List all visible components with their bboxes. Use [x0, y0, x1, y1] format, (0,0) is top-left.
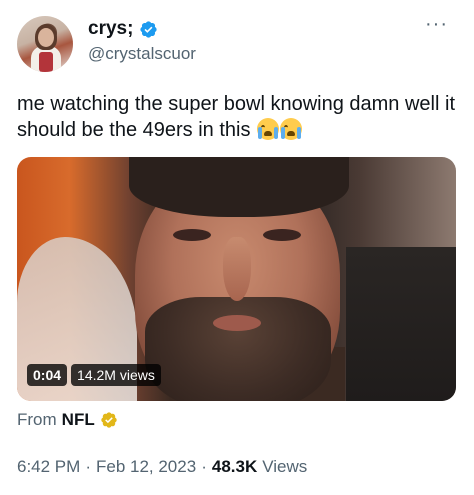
display-name[interactable]: crys;	[88, 18, 133, 40]
video-hair	[129, 157, 349, 217]
tweet-time[interactable]: 6:42 PM	[17, 457, 80, 477]
source-org-link[interactable]: NFL	[62, 410, 95, 430]
avatar-head	[38, 28, 54, 47]
video-player[interactable]: 0:04 14.2M views	[17, 157, 456, 401]
views-label: Views	[262, 457, 308, 476]
meta-separator: ·	[85, 457, 91, 476]
more-horizontal-icon[interactable]: ···	[425, 14, 448, 34]
views-count: 48.3K	[211, 457, 258, 476]
source-attribution: From NFL	[17, 410, 118, 430]
video-beard	[145, 297, 331, 401]
loudly-crying-face-icon	[257, 118, 280, 140]
video-timestamp: 0:04	[27, 364, 68, 386]
source-prefix: From	[17, 410, 57, 429]
video-eye-right	[263, 229, 301, 241]
video-mouth	[213, 315, 261, 331]
video-info-pills: 0:04 14.2M views	[27, 364, 161, 386]
verified-badge-icon	[140, 20, 158, 38]
avatar-shirt	[39, 52, 53, 72]
loudly-crying-face-icon	[280, 118, 303, 140]
video-eye-left	[173, 229, 211, 241]
gold-verified-icon	[101, 412, 117, 428]
video-nose	[223, 237, 251, 301]
author-name-row[interactable]: crys;	[88, 18, 158, 40]
avatar[interactable]	[17, 16, 73, 72]
tweet-meta: 6:42 PM · Feb 12, 2023 · 48.3K Views	[17, 457, 307, 477]
tweet-text: me watching the super bowl knowing damn …	[17, 91, 457, 143]
author-handle[interactable]: @crystalscuor	[88, 44, 196, 64]
video-background-right	[346, 247, 456, 401]
tweet-date[interactable]: Feb 12, 2023	[96, 457, 196, 477]
tweet-text-body: me watching the super bowl knowing damn …	[17, 93, 455, 141]
meta-separator: ·	[201, 457, 207, 476]
video-view-count: 14.2M views	[71, 364, 161, 386]
